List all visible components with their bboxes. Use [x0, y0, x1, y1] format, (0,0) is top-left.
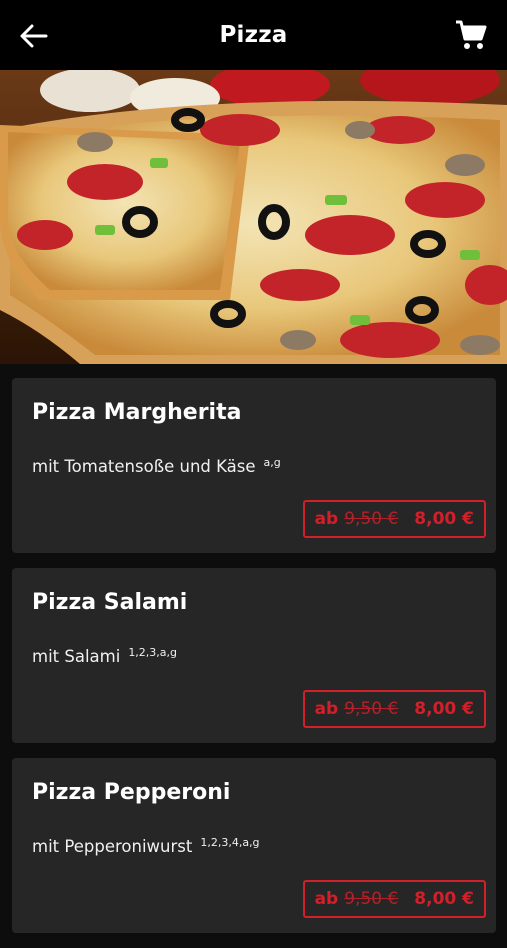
- current-price: 8,00 €: [414, 889, 474, 909]
- allergen-codes: a,g: [263, 456, 281, 469]
- product-description: mit Pepperoniwurst 1,2,3,4,a,g: [32, 836, 260, 856]
- price-prefix: ab: [314, 509, 339, 529]
- pizza-hero-image: [0, 70, 507, 364]
- product-card[interactable]: Pizza Margherita mit Tomatensoße und Käs…: [12, 378, 496, 553]
- product-description: mit Salami 1,2,3,a,g: [32, 646, 178, 666]
- old-price: 9,50 €: [344, 509, 399, 529]
- current-price: 8,00 €: [414, 699, 474, 719]
- price-prefix: ab: [314, 699, 339, 719]
- product-description: mit Tomatensoße und Käse a,g: [32, 456, 281, 476]
- price-button[interactable]: ab 9,50 € 8,00 €: [302, 880, 486, 918]
- allergen-codes: 1,2,3,4,a,g: [200, 836, 260, 849]
- page-title: Pizza: [219, 22, 288, 48]
- back-button[interactable]: [18, 20, 50, 52]
- price-prefix: ab: [314, 889, 339, 909]
- price-button[interactable]: ab 9,50 € 8,00 €: [302, 500, 486, 538]
- shopping-cart-icon: [456, 20, 487, 49]
- product-name: Pizza Salami: [32, 590, 188, 615]
- product-name: Pizza Pepperoni: [32, 780, 231, 805]
- allergen-codes: 1,2,3,a,g: [128, 646, 178, 659]
- old-price: 9,50 €: [344, 699, 399, 719]
- app-header: Pizza: [0, 0, 507, 70]
- product-name: Pizza Margherita: [32, 400, 242, 425]
- product-card[interactable]: Pizza Pepperoni mit Pepperoniwurst 1,2,3,…: [12, 758, 496, 933]
- product-list: Pizza Margherita mit Tomatensoße und Käs…: [12, 378, 496, 948]
- product-card[interactable]: Pizza Salami mit Salami 1,2,3,a,g ab 9,50…: [12, 568, 496, 743]
- old-price: 9,50 €: [344, 889, 399, 909]
- current-price: 8,00 €: [414, 509, 474, 529]
- price-button[interactable]: ab 9,50 € 8,00 €: [302, 690, 486, 728]
- arrow-left-icon: [20, 24, 48, 48]
- cart-button[interactable]: [455, 18, 487, 52]
